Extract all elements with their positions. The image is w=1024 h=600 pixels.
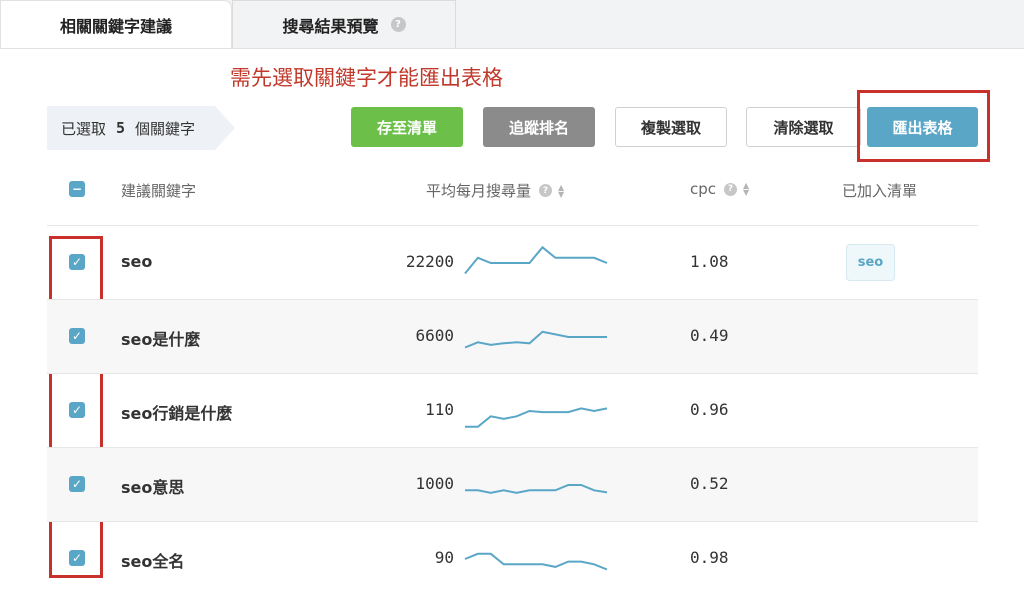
header-cpc[interactable]: cpc ? ▲ ▼ bbox=[690, 180, 749, 198]
header-keyword: 建議關鍵字 bbox=[121, 180, 196, 201]
keyword-cell: seo bbox=[121, 252, 153, 271]
header-volume[interactable]: 平均每月搜尋量 ? ▲ ▼ bbox=[426, 180, 564, 201]
row-checkbox[interactable]: ✓ bbox=[69, 254, 85, 270]
table-row: ✓ seo是什麼 6600 0.49 bbox=[47, 299, 978, 373]
header-cpc-label: cpc bbox=[690, 180, 717, 198]
header-list: 已加入清單 bbox=[842, 180, 917, 201]
selection-prefix: 已選取 bbox=[61, 119, 107, 138]
export-table-button[interactable]: 匯出表格 bbox=[867, 107, 978, 147]
trend-line bbox=[464, 245, 608, 275]
keyword-cell: seo行銷是什麼 bbox=[121, 404, 233, 423]
cpc-cell: 0.96 bbox=[690, 400, 729, 419]
trend-sparkline bbox=[464, 330, 607, 349]
row-checkbox[interactable]: ✓ bbox=[69, 402, 85, 418]
cpc-cell: 1.08 bbox=[690, 252, 729, 271]
table-row: ✓ seo全名 90 0.98 bbox=[47, 521, 978, 595]
trend-line bbox=[465, 484, 608, 494]
table-row: ✓ seo 22200 1.08 seo bbox=[47, 225, 978, 299]
keyword-cell: seo是什麼 bbox=[121, 330, 201, 349]
cpc-cell: 0.52 bbox=[690, 474, 729, 493]
header-keyword-label: 建議關鍵字 bbox=[121, 182, 197, 200]
tab-related-keywords[interactable]: 相關關鍵字建議 bbox=[0, 0, 232, 48]
table-row: ✓ seo意思 1000 0.52 bbox=[47, 447, 978, 521]
trend-line bbox=[464, 552, 608, 571]
list-tag[interactable]: seo bbox=[846, 244, 895, 281]
track-ranking-button[interactable]: 追蹤排名 bbox=[483, 107, 595, 147]
trend-sparkline bbox=[465, 407, 608, 428]
table-row: ✓ seo行銷是什麼 110 0.96 bbox=[47, 373, 978, 447]
export-notice: 需先選取關鍵字才能匯出表格 bbox=[230, 66, 503, 90]
row-checkbox[interactable]: ✓ bbox=[69, 328, 85, 344]
tab-serp-preview-label: 搜尋結果預覽 bbox=[282, 16, 379, 36]
select-all-checkbox[interactable]: − bbox=[69, 181, 85, 197]
header-list-label: 已加入清單 bbox=[842, 182, 918, 200]
volume-cell: 6600 bbox=[415, 326, 454, 345]
trend-sparkline bbox=[464, 245, 608, 275]
sort-down-icon: ▼ bbox=[558, 189, 565, 199]
volume-cell: 1000 bbox=[415, 474, 454, 493]
volume-cell: 110 bbox=[425, 400, 454, 419]
tab-related-keywords-label: 相關關鍵字建議 bbox=[59, 16, 172, 36]
row-checkbox[interactable]: ✓ bbox=[69, 550, 85, 566]
keyword-cell: seo意思 bbox=[121, 478, 185, 497]
tab-bar: 相關關鍵字建議 搜尋結果預覽 ? bbox=[0, 0, 1024, 48]
clear-selection-button[interactable]: 清除選取 bbox=[746, 107, 861, 147]
header-volume-label: 平均每月搜尋量 bbox=[426, 182, 532, 200]
cpc-cell: 0.49 bbox=[690, 326, 729, 345]
selection-suffix: 個關鍵字 bbox=[135, 119, 196, 138]
row-checkbox[interactable]: ✓ bbox=[69, 476, 85, 492]
help-icon[interactable]: ? bbox=[724, 182, 738, 196]
sort-icon[interactable]: ▲ ▼ bbox=[743, 182, 750, 197]
volume-cell: 90 bbox=[434, 548, 454, 567]
selection-count-tag: 已選取 5 個關鍵字 bbox=[47, 106, 235, 150]
keyword-cell: seo全名 bbox=[121, 552, 185, 571]
selection-count: 5 bbox=[116, 119, 126, 137]
trend-line bbox=[464, 330, 607, 349]
trend-sparkline bbox=[465, 484, 608, 494]
trend-line bbox=[465, 407, 608, 428]
volume-cell: 22200 bbox=[405, 252, 454, 271]
trend-sparkline bbox=[464, 552, 608, 571]
save-to-list-button[interactable]: 存至清單 bbox=[351, 107, 463, 147]
sort-down-icon: ▼ bbox=[743, 188, 750, 197]
tab-serp-preview[interactable]: 搜尋結果預覽 ? bbox=[232, 0, 456, 48]
sort-icon[interactable]: ▲ ▼ bbox=[558, 183, 565, 199]
help-icon[interactable]: ? bbox=[539, 184, 553, 197]
help-icon[interactable]: ? bbox=[390, 17, 406, 32]
cpc-cell: 0.98 bbox=[690, 548, 729, 567]
copy-selection-button[interactable]: 複製選取 bbox=[615, 107, 727, 147]
